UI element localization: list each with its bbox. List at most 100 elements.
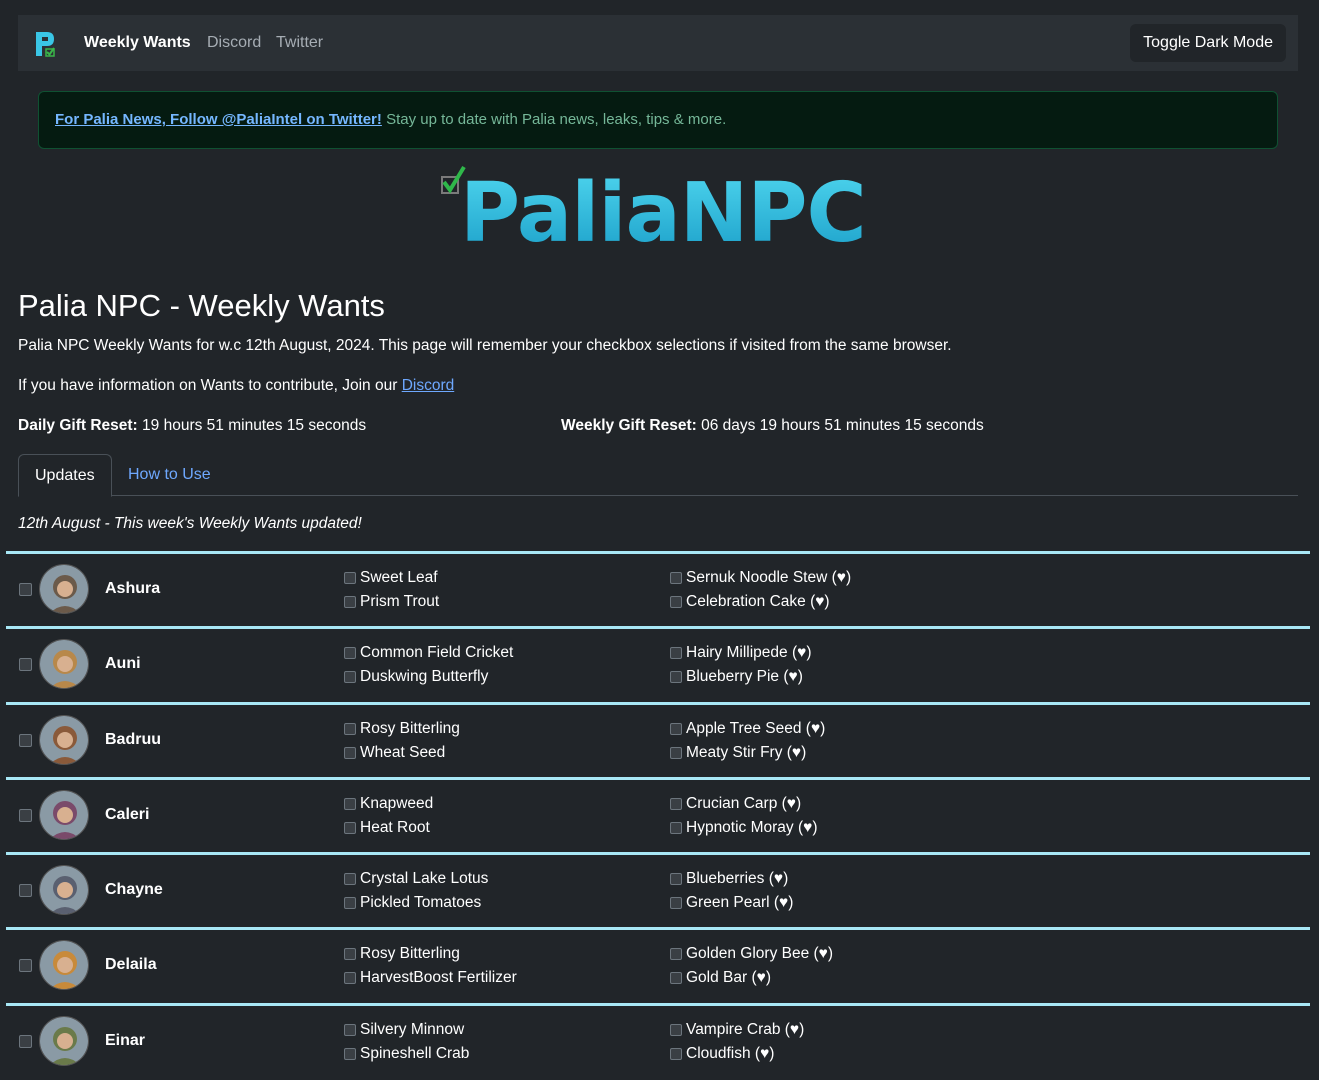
want-checkbox[interactable] xyxy=(344,821,356,834)
want-item[interactable]: Common Field Cricket xyxy=(344,644,513,662)
want-checkbox[interactable] xyxy=(344,972,356,985)
npc-name: Auni xyxy=(105,655,141,673)
want-item[interactable]: Blueberry Pie (♥) xyxy=(670,668,803,686)
want-checkbox[interactable] xyxy=(344,897,356,910)
want-checkbox[interactable] xyxy=(344,572,356,584)
npc-row: Ashura Sweet Leaf Prism Trout Sernuk Noodle… xyxy=(6,551,1310,626)
want-label: Blueberry Pie (♥) xyxy=(686,668,803,686)
want-item[interactable]: HarvestBoost Fertilizer xyxy=(344,969,517,987)
npc-row: Caleri Knapweed Heat Root Crucian Carp (♥) H… xyxy=(6,776,1310,852)
want-item[interactable]: Vampire Crab (♥) xyxy=(670,1021,804,1039)
want-item[interactable]: Knapweed xyxy=(344,795,433,813)
want-item[interactable]: Rosy Bitterling xyxy=(344,945,460,963)
want-checkbox[interactable] xyxy=(344,797,356,810)
npc-avatar xyxy=(39,639,89,690)
want-checkbox[interactable] xyxy=(344,647,356,660)
want-item[interactable]: Cloudfish (♥) xyxy=(670,1045,774,1063)
want-checkbox[interactable] xyxy=(670,746,682,759)
nav-link-twitter[interactable]: Twitter xyxy=(276,34,323,52)
npc-checkbox[interactable] xyxy=(19,808,32,822)
want-checkbox[interactable] xyxy=(344,746,356,759)
want-item[interactable]: Blueberries (♥) xyxy=(670,870,788,888)
npc-row: Auni Common Field Cricket Duskwing Butterf… xyxy=(6,626,1310,701)
want-checkbox[interactable] xyxy=(344,671,356,684)
want-label: Green Pearl (♥) xyxy=(686,894,794,912)
npc-checkbox[interactable] xyxy=(19,1034,32,1048)
want-label: Cloudfish (♥) xyxy=(686,1044,775,1062)
want-checkbox[interactable] xyxy=(670,722,682,735)
npc-checkbox[interactable] xyxy=(19,884,32,898)
npc-checkbox[interactable] xyxy=(19,733,32,747)
want-checkbox[interactable] xyxy=(670,1047,682,1060)
want-item[interactable]: Gold Bar (♥) xyxy=(670,969,771,987)
logo-text: PaliaNPC xyxy=(460,166,866,250)
want-item[interactable]: Heat Root xyxy=(344,819,430,837)
want-item[interactable]: Green Pearl (♥) xyxy=(670,894,793,912)
npc-checkbox[interactable] xyxy=(19,959,32,973)
want-item[interactable]: Sweet Leaf xyxy=(344,569,438,587)
intro-text: Palia NPC Weekly Wants for w.c 12th Augu… xyxy=(18,337,952,354)
want-checkbox[interactable] xyxy=(670,797,682,810)
want-item[interactable]: Hairy Millipede (♥) xyxy=(670,644,811,662)
want-checkbox[interactable] xyxy=(670,948,682,961)
npc-avatar xyxy=(39,1015,89,1066)
want-item[interactable]: Apple Tree Seed (♥) xyxy=(670,720,825,738)
want-item[interactable]: Meaty Stir Fry (♥) xyxy=(670,744,806,762)
want-label: Spineshell Crab xyxy=(360,1044,470,1062)
want-checkbox[interactable] xyxy=(670,972,682,985)
want-checkbox[interactable] xyxy=(344,873,356,886)
npc-avatar xyxy=(39,714,89,765)
want-checkbox[interactable] xyxy=(344,722,356,735)
want-label: Rosy Bitterling xyxy=(360,719,460,737)
palia-logo-icon[interactable] xyxy=(34,30,56,58)
want-item[interactable]: Pickled Tomatoes xyxy=(344,894,481,912)
want-label: Prism Trout xyxy=(360,593,440,610)
npc-avatar xyxy=(39,789,89,840)
want-label: Knapweed xyxy=(360,794,434,812)
nav-brand[interactable]: Weekly Wants xyxy=(84,34,191,52)
want-checkbox[interactable] xyxy=(670,671,682,684)
want-item[interactable]: Celebration Cake (♥) xyxy=(670,593,830,611)
want-item[interactable]: Silvery Minnow xyxy=(344,1021,464,1039)
npc-name: Caleri xyxy=(105,805,150,823)
want-item[interactable]: Wheat Seed xyxy=(344,744,445,762)
want-checkbox[interactable] xyxy=(344,1023,356,1036)
twitter-follow-link[interactable]: For Palia News, Follow @PaliaIntel on Tw… xyxy=(55,111,382,128)
want-checkbox[interactable] xyxy=(344,1047,356,1060)
want-checkbox[interactable] xyxy=(670,572,682,584)
want-checkbox[interactable] xyxy=(670,873,682,886)
npc-row: Einar Silvery Minnow Spineshell Crab Vampir… xyxy=(6,1002,1310,1078)
want-label: Golden Glory Bee (♥) xyxy=(686,945,834,963)
want-item[interactable]: Prism Trout xyxy=(344,593,439,611)
want-label: Gold Bar (♥) xyxy=(686,969,772,987)
toggle-dark-mode-button[interactable]: Toggle Dark Mode xyxy=(1130,24,1286,62)
want-item[interactable]: Golden Glory Bee (♥) xyxy=(670,945,833,963)
want-label: Rosy Bitterling xyxy=(360,945,460,963)
nav-link-discord[interactable]: Discord xyxy=(207,34,261,52)
want-item[interactable]: Rosy Bitterling xyxy=(344,720,460,738)
want-item[interactable]: Crucian Carp (♥) xyxy=(670,795,801,813)
tab-how-to-use[interactable]: How to Use xyxy=(112,454,227,496)
want-item[interactable]: Crystal Lake Lotus xyxy=(344,870,488,888)
want-checkbox[interactable] xyxy=(344,948,356,961)
npc-checkbox[interactable] xyxy=(19,583,32,596)
weekly-reset: Weekly Gift Reset: 06 days 19 hours 51 m… xyxy=(561,417,984,434)
npc-checkbox[interactable] xyxy=(19,658,32,672)
want-label: Crucian Carp (♥) xyxy=(686,794,802,812)
discord-link[interactable]: Discord xyxy=(402,377,455,394)
want-item[interactable]: Sernuk Noodle Stew (♥) xyxy=(670,569,851,587)
want-checkbox[interactable] xyxy=(344,596,356,608)
want-checkbox[interactable] xyxy=(670,596,682,608)
npc-name: Ashura xyxy=(105,580,161,597)
want-label: Celebration Cake (♥) xyxy=(686,593,830,610)
want-item[interactable]: Hypnotic Moray (♥) xyxy=(670,819,818,837)
want-checkbox[interactable] xyxy=(670,647,682,660)
want-checkbox[interactable] xyxy=(670,1023,682,1036)
tab-updates[interactable]: Updates xyxy=(18,454,112,497)
want-checkbox[interactable] xyxy=(670,897,682,910)
daily-reset: Daily Gift Reset: 19 hours 51 minutes 15… xyxy=(18,417,367,434)
want-checkbox[interactable] xyxy=(670,821,682,834)
npc-avatar xyxy=(39,940,89,991)
want-item[interactable]: Spineshell Crab xyxy=(344,1045,469,1063)
want-item[interactable]: Duskwing Butterfly xyxy=(344,668,488,686)
